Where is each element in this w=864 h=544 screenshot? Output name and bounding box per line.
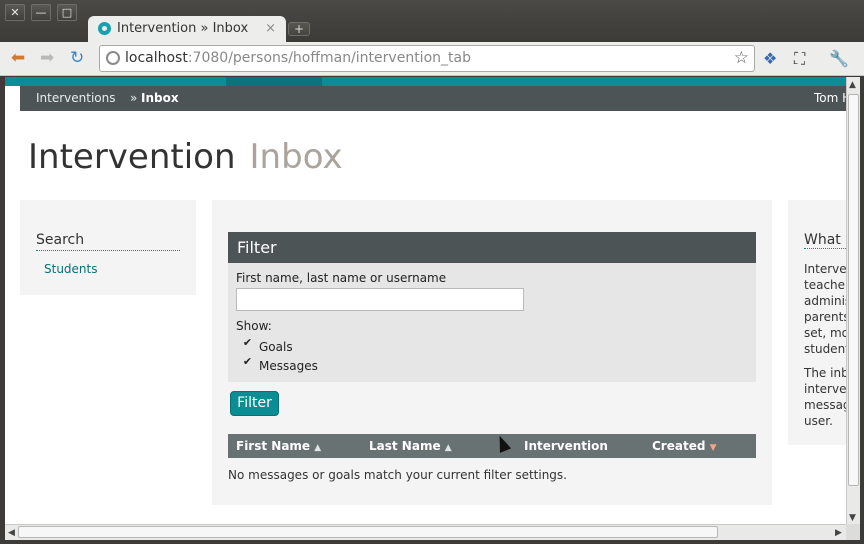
messages-label: Messages (259, 359, 318, 373)
scroll-left-arrow-icon[interactable]: ◀︎ (8, 528, 15, 538)
address-bar[interactable]: localhost:7080/persons/hoffman/intervent… (99, 45, 755, 72)
scroll-corner (846, 524, 860, 540)
breadcrumb-current: Inbox (141, 91, 179, 105)
messages-checkbox[interactable]: ✔ (242, 356, 253, 368)
page-subtitle: Inbox (249, 137, 343, 177)
page-info-icon[interactable] (106, 51, 120, 65)
column-intervention[interactable]: Intervention (524, 439, 608, 453)
wrench-icon[interactable]: 🔧 (829, 49, 849, 68)
column-last-name[interactable]: Last Name ▲︎ (369, 439, 452, 453)
new-tab-button[interactable]: + (288, 22, 310, 36)
info-heading: What i (804, 232, 846, 249)
breadcrumb-separator: » (130, 91, 138, 105)
filter-heading: Filter (228, 232, 756, 263)
students-link[interactable]: Students (44, 262, 98, 276)
scroll-down-arrow-icon[interactable]: ▼︎ (849, 513, 856, 523)
star-icon[interactable]: ☆ (734, 48, 749, 68)
browser-window: ✕ — □ Intervention » Inbox × + ⬅ ➡ ↻ loc… (0, 0, 864, 544)
filter-box: Filter First name, last name or username… (228, 232, 756, 382)
reload-icon[interactable]: ↻ (70, 49, 84, 67)
fullscreen-icon[interactable]: ⛶ (794, 49, 805, 69)
goals-checkbox[interactable]: ✔ (242, 337, 253, 349)
info-paragraph: The inb interve messag user. (804, 366, 846, 428)
search-sidebar: Search Students (20, 200, 196, 295)
info-panel: What i Interveteacheradminisparentsset, … (788, 200, 846, 445)
name-filter-input[interactable] (236, 288, 524, 311)
filter-button[interactable]: Filter (230, 391, 279, 416)
extension-icon[interactable]: ❖ (763, 49, 777, 68)
window-maximize-button[interactable]: □ (57, 4, 77, 21)
vertical-scroll-thumb[interactable] (848, 94, 859, 486)
forward-arrow-icon[interactable]: ➡ (40, 49, 54, 67)
favicon-icon (98, 22, 111, 35)
empty-message: No messages or goals match your current … (228, 468, 567, 482)
browser-tab[interactable]: Intervention » Inbox × (88, 16, 286, 43)
sort-icon: ▲︎ (444, 443, 452, 453)
active-nav-segment[interactable] (226, 77, 322, 86)
table-header: First Name ▲︎ Last Name ▲︎ Intervention … (228, 434, 756, 458)
window-close-button[interactable]: ✕ (5, 4, 25, 21)
url-text: localhost:7080/persons/hoffman/intervent… (125, 50, 471, 66)
page-viewport: Interventions » Inbox Tom H Intervention… (5, 77, 846, 524)
breadcrumb: Interventions » Inbox Tom H (20, 86, 846, 111)
scroll-up-arrow-icon[interactable]: ▲︎ (849, 80, 856, 90)
scroll-right-arrow-icon[interactable]: ▶︎ (835, 528, 842, 538)
user-name-link[interactable]: Tom H (814, 91, 846, 105)
show-label: Show: (236, 319, 272, 333)
window-minimize-button[interactable]: — (31, 4, 51, 21)
sort-active-icon: ▼︎ (709, 443, 717, 453)
horizontal-scroll-thumb[interactable] (18, 526, 718, 538)
sidebar-heading: Search (36, 232, 180, 251)
goals-label: Goals (259, 340, 293, 354)
back-arrow-icon[interactable]: ⬅ (11, 49, 25, 67)
column-first-name[interactable]: First Name ▲︎ (236, 439, 321, 453)
tab-close-icon[interactable]: × (265, 21, 276, 36)
breadcrumb-interventions-link[interactable]: Interventions (36, 91, 116, 105)
top-nav-strip (5, 77, 846, 86)
sort-icon: ▲︎ (314, 443, 322, 453)
tab-title: Intervention » Inbox (117, 21, 249, 36)
page-title: Intervention Inbox (28, 137, 343, 177)
name-filter-label: First name, last name or username (236, 271, 447, 285)
info-paragraph: Interveteacheradminisparentsset, mostude… (804, 262, 846, 356)
inbox-panel: Filter First name, last name or username… (212, 200, 772, 505)
column-created[interactable]: Created ▼︎ (652, 439, 717, 453)
